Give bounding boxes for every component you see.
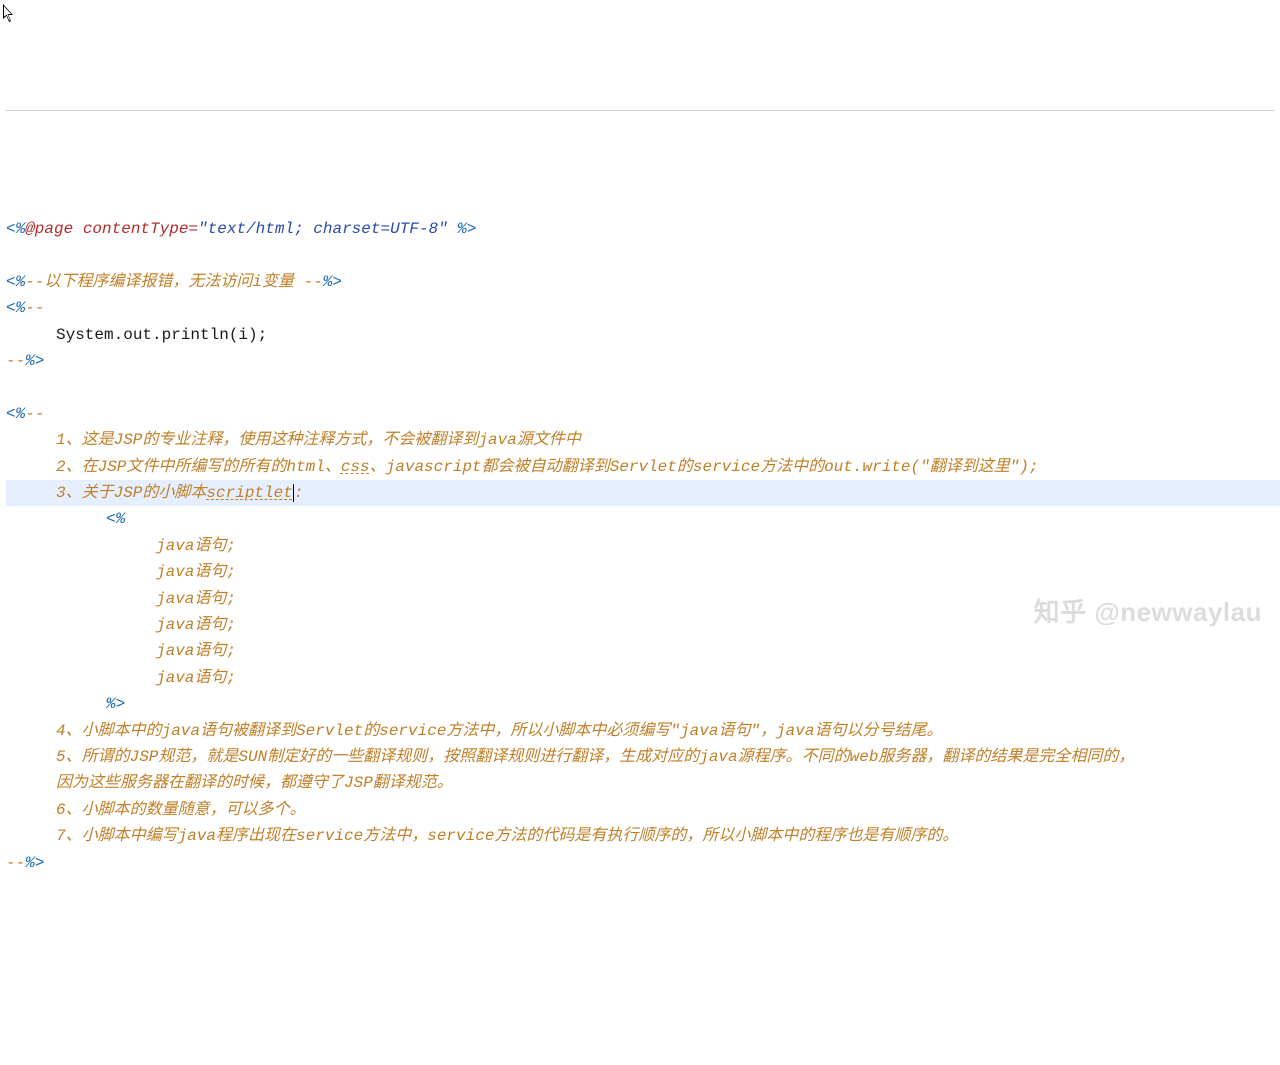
code-token: :: [294, 484, 304, 502]
code-line[interactable]: java语句;: [6, 586, 1274, 612]
code-token: 6、小脚本的数量随意，可以多个。: [56, 801, 306, 819]
code-token: %>: [457, 220, 476, 238]
code-token: --: [6, 854, 25, 872]
code-token: %>: [25, 854, 44, 872]
code-token: --以下程序编译报错，无法访问i变量 --: [25, 273, 323, 291]
code-line[interactable]: %>: [6, 691, 1274, 717]
code-token: java语句;: [156, 616, 236, 634]
code-token: 7、小脚本中编写java程序出现在service方法中，service方法的代码…: [56, 827, 958, 845]
code-token: java语句;: [156, 669, 236, 687]
code-token: %>: [323, 273, 342, 291]
code-line[interactable]: <%--: [6, 401, 1274, 427]
code-line[interactable]: [6, 374, 1274, 400]
code-token: %>: [106, 695, 125, 713]
code-token: --: [25, 405, 44, 423]
code-token: --: [6, 352, 25, 370]
code-token: [6, 247, 16, 265]
code-token: scriptlet: [206, 484, 293, 502]
code-token: =: [188, 220, 198, 238]
code-token: [6, 378, 16, 396]
code-token: <%: [6, 405, 25, 423]
code-line[interactable]: 因为这些服务器在翻译的时候，都遵守了JSP翻译规范。: [6, 770, 1274, 796]
code-line[interactable]: [6, 243, 1274, 269]
code-line[interactable]: java语句;: [6, 638, 1274, 664]
code-line[interactable]: System.out.println(i);: [6, 322, 1274, 348]
code-token: css: [341, 458, 370, 476]
code-editor[interactable]: <%@page contentType="text/html; charset=…: [6, 216, 1274, 876]
code-line[interactable]: 4、小脚本中的java语句被翻译到Servlet的service方法中，所以小脚…: [6, 718, 1274, 744]
code-line[interactable]: <%--以下程序编译报错，无法访问i变量 --%>: [6, 269, 1274, 295]
code-token: contentType: [73, 220, 188, 238]
code-line[interactable]: <%: [6, 506, 1274, 532]
code-line[interactable]: 7、小脚本中编写java程序出现在service方法中，service方法的代码…: [6, 823, 1274, 849]
code-token: [448, 220, 458, 238]
code-token: java语句;: [156, 642, 236, 660]
code-token: <%: [6, 273, 25, 291]
code-line[interactable]: 2、在JSP文件中所编写的所有的html、css、javascript都会被自动…: [6, 454, 1274, 480]
code-token: <%: [6, 299, 25, 317]
code-line[interactable]: java语句;: [6, 533, 1274, 559]
code-token: "text/html; charset=UTF-8": [198, 220, 448, 238]
code-line[interactable]: 6、小脚本的数量随意，可以多个。: [6, 797, 1274, 823]
code-line[interactable]: 1、这是JSP的专业注释，使用这种注释方式，不会被翻译到java源文件中: [6, 427, 1274, 453]
code-token: 4、小脚本中的java语句被翻译到Servlet的service方法中，所以小脚…: [56, 722, 942, 740]
code-token: java语句;: [156, 563, 236, 581]
code-token: <%: [6, 220, 25, 238]
code-line[interactable]: 5、所谓的JSP规范，就是SUN制定好的一些翻译规则，按照翻译规则进行翻译，生成…: [6, 744, 1274, 770]
code-token: @page: [25, 220, 73, 238]
code-token: System.out.println(i);: [56, 326, 267, 344]
code-token: 2、在JSP文件中所编写的所有的html、: [56, 458, 341, 476]
code-token: 3、关于JSP的小脚本: [56, 484, 206, 502]
code-line[interactable]: java语句;: [6, 559, 1274, 585]
code-token: --: [25, 299, 44, 317]
mouse-cursor-icon: [2, 4, 16, 24]
code-line[interactable]: 3、关于JSP的小脚本scriptlet:: [6, 480, 1280, 506]
code-token: 因为这些服务器在翻译的时候，都遵守了JSP翻译规范。: [56, 774, 453, 792]
code-token: 、javascript都会被自动翻译到Servlet的service方法中的ou…: [370, 458, 1039, 476]
code-token: %>: [25, 352, 44, 370]
code-line[interactable]: --%>: [6, 348, 1274, 374]
code-line[interactable]: <%@page contentType="text/html; charset=…: [6, 216, 1274, 242]
code-token: java语句;: [156, 537, 236, 555]
code-token: <%: [106, 510, 125, 528]
code-line[interactable]: <%--: [6, 295, 1274, 321]
code-token: 1、这是JSP的专业注释，使用这种注释方式，不会被翻译到java源文件中: [56, 431, 581, 449]
code-line[interactable]: java语句;: [6, 665, 1274, 691]
top-ruler: [6, 110, 1274, 111]
code-line[interactable]: java语句;: [6, 612, 1274, 638]
code-line[interactable]: --%>: [6, 850, 1274, 876]
code-token: java语句;: [156, 590, 236, 608]
code-token: 5、所谓的JSP规范，就是SUN制定好的一些翻译规则，按照翻译规则进行翻译，生成…: [56, 748, 1134, 766]
